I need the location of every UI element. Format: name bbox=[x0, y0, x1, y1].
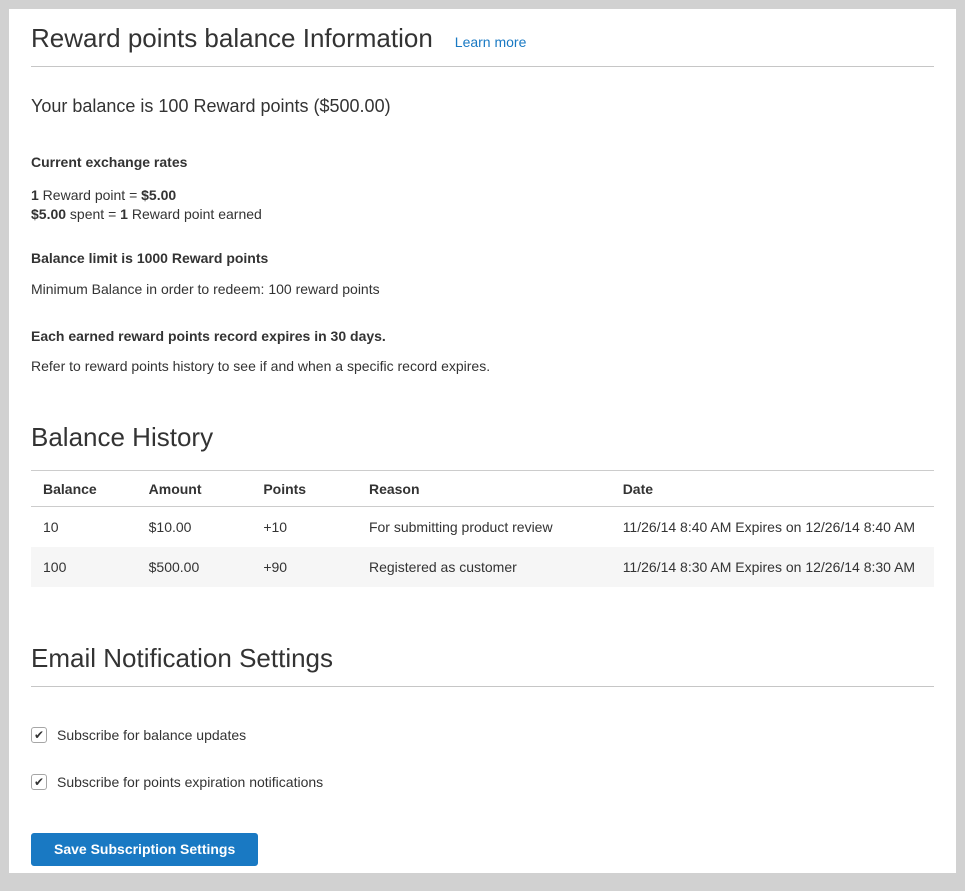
cell-reason: Registered as customer bbox=[357, 547, 611, 587]
points-expiration-checkbox[interactable]: ✔ bbox=[31, 774, 47, 790]
balance-history-heading: Balance History bbox=[31, 422, 934, 453]
checkmark-icon: ✔ bbox=[34, 729, 44, 741]
column-header-balance: Balance bbox=[31, 471, 137, 507]
balance-history-table: Balance Amount Points Reason Date 10 $10… bbox=[31, 470, 934, 587]
exchange-rates-heading: Current exchange rates bbox=[31, 154, 934, 170]
min-balance-text: Minimum Balance in order to redeem: 100 … bbox=[31, 281, 934, 297]
subscribe-points-expiration-option[interactable]: ✔ Subscribe for points expiration notifi… bbox=[31, 774, 934, 790]
cell-balance: 100 bbox=[31, 547, 137, 587]
rate-earning-line: 1 Reward point = $5.00 bbox=[31, 186, 934, 205]
cell-amount: $10.00 bbox=[137, 507, 252, 548]
page-title-section: Reward points balance Information Learn … bbox=[31, 23, 934, 67]
checkbox-label: Subscribe for balance updates bbox=[57, 727, 246, 743]
cell-points: +10 bbox=[251, 507, 357, 548]
learn-more-link[interactable]: Learn more bbox=[455, 34, 527, 50]
cell-reason: For submitting product review bbox=[357, 507, 611, 548]
email-settings-heading: Email Notification Settings bbox=[31, 643, 333, 674]
table-header-row: Balance Amount Points Reason Date bbox=[31, 471, 934, 507]
balance-history-section: Balance History bbox=[31, 422, 934, 453]
cell-date: 11/26/14 8:40 AM Expires on 12/26/14 8:4… bbox=[611, 507, 934, 548]
cell-balance: 10 bbox=[31, 507, 137, 548]
table-row: 100 $500.00 +90 Registered as customer 1… bbox=[31, 547, 934, 587]
reward-points-panel: Reward points balance Information Learn … bbox=[9, 9, 956, 873]
balance-updates-checkbox[interactable]: ✔ bbox=[31, 727, 47, 743]
subscribe-balance-updates-option[interactable]: ✔ Subscribe for balance updates bbox=[31, 727, 934, 743]
balance-limit-text: Balance limit is 1000 Reward points bbox=[31, 250, 934, 266]
expiry-hint-text: Refer to reward points history to see if… bbox=[31, 358, 934, 374]
column-header-date: Date bbox=[611, 471, 934, 507]
save-subscription-settings-button[interactable]: Save Subscription Settings bbox=[31, 833, 258, 866]
page-title: Reward points balance Information bbox=[31, 23, 433, 54]
exchange-rates: 1 Reward point = $5.00 $5.00 spent = 1 R… bbox=[31, 186, 934, 224]
rate-spending-line: $5.00 spent = 1 Reward point earned bbox=[31, 205, 934, 224]
checkbox-label: Subscribe for points expiration notifica… bbox=[57, 774, 323, 790]
column-header-amount: Amount bbox=[137, 471, 252, 507]
checkmark-icon: ✔ bbox=[34, 776, 44, 788]
column-header-points: Points bbox=[251, 471, 357, 507]
table-row: 10 $10.00 +10 For submitting product rev… bbox=[31, 507, 934, 548]
column-header-reason: Reason bbox=[357, 471, 611, 507]
balance-summary: Your balance is 100 Reward points ($500.… bbox=[31, 95, 934, 117]
email-settings-section: Email Notification Settings bbox=[31, 643, 934, 687]
cell-amount: $500.00 bbox=[137, 547, 252, 587]
cell-date: 11/26/14 8:30 AM Expires on 12/26/14 8:3… bbox=[611, 547, 934, 587]
expiry-notice-text: Each earned reward points record expires… bbox=[31, 328, 934, 344]
cell-points: +90 bbox=[251, 547, 357, 587]
